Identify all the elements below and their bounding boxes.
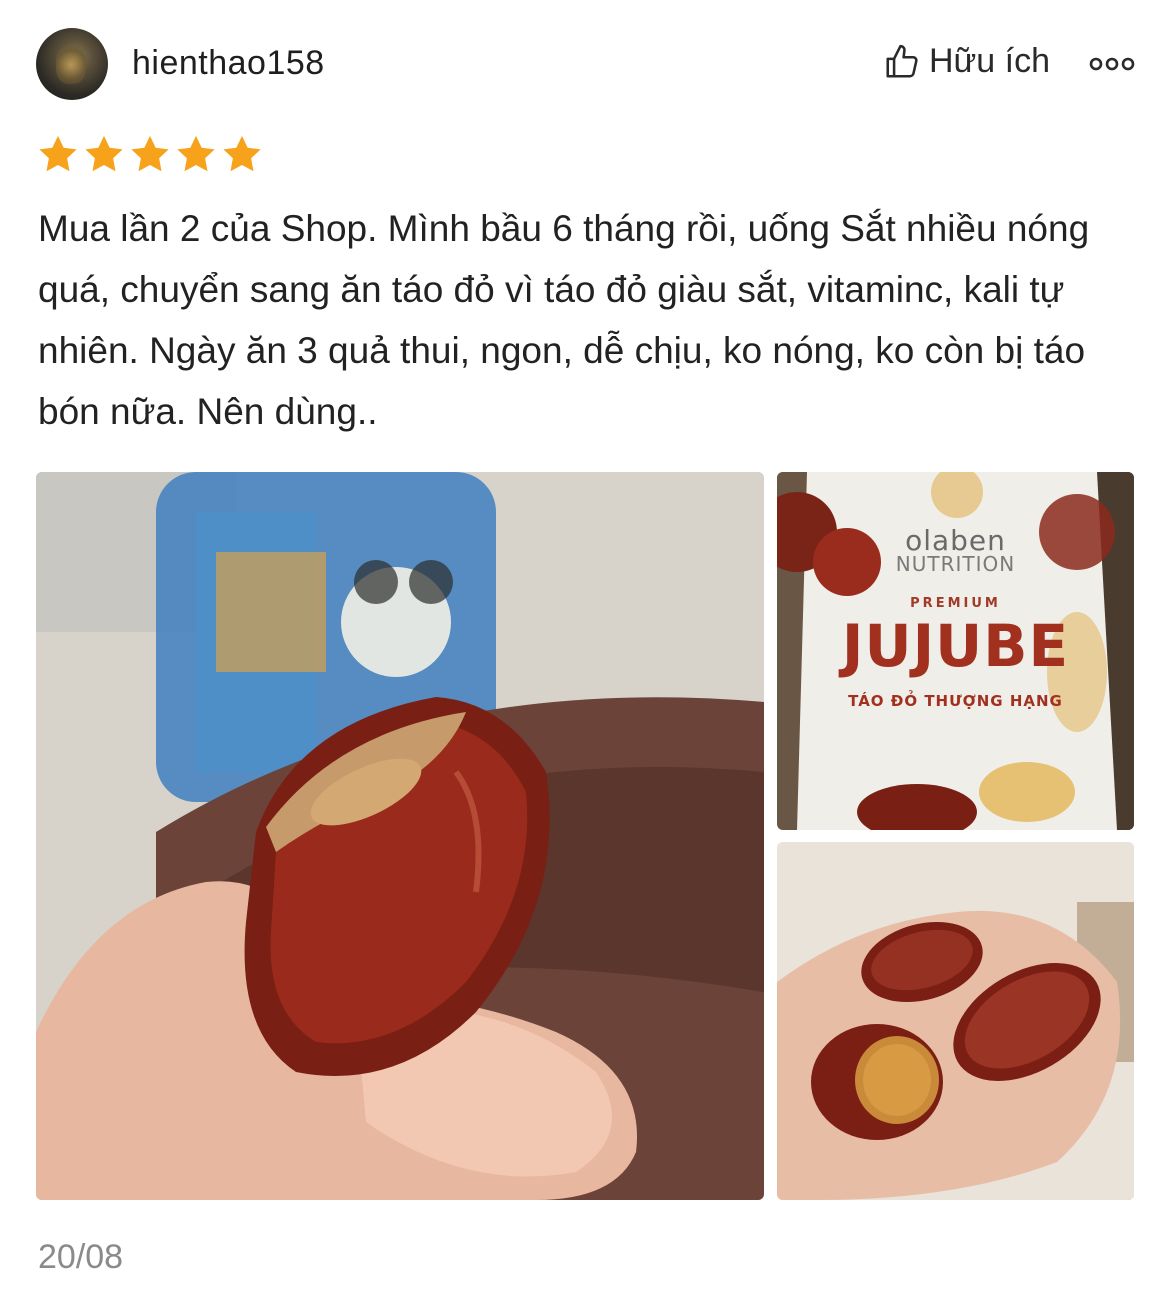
jujubes-in-hand-image <box>777 842 1134 1200</box>
package-product: JUJUBE <box>841 612 1070 680</box>
username[interactable]: hienthao158 <box>132 44 325 83</box>
package-brand-sub: NUTRITION <box>895 552 1016 576</box>
helpful-label: Hữu ích <box>928 42 1050 80</box>
avatar[interactable] <box>36 28 108 100</box>
star-icon <box>128 134 172 176</box>
star-icon <box>220 134 264 176</box>
star-icon <box>174 134 218 176</box>
star-icon <box>82 134 126 176</box>
package-premium: PREMIUM <box>910 596 1001 611</box>
avatar-glow <box>56 46 86 84</box>
review-header: hienthao158 Hữu ích <box>36 28 1136 100</box>
helpful-button[interactable]: Hữu ích <box>883 42 1050 81</box>
review-photo-1[interactable] <box>36 472 764 1200</box>
bitten-jujube-image <box>36 472 764 1200</box>
review-text: Mua lần 2 của Shop. Mình bầu 6 tháng rồi… <box>38 208 1090 432</box>
review-date: 20/08 <box>38 1238 124 1276</box>
more-options-button[interactable] <box>1088 52 1136 76</box>
thumbs-up-icon <box>883 43 921 81</box>
review-photo-3[interactable] <box>777 842 1134 1200</box>
package-product-vn: TÁO ĐỎ THƯỢNG HẠNG <box>848 692 1063 710</box>
star-icon <box>36 134 80 176</box>
review-photo-2[interactable]: olaben NUTRITION PREMIUM JUJUBE TÁO ĐỎ T… <box>777 472 1134 830</box>
star-rating <box>36 134 264 176</box>
more-options-icon <box>1089 57 1135 71</box>
